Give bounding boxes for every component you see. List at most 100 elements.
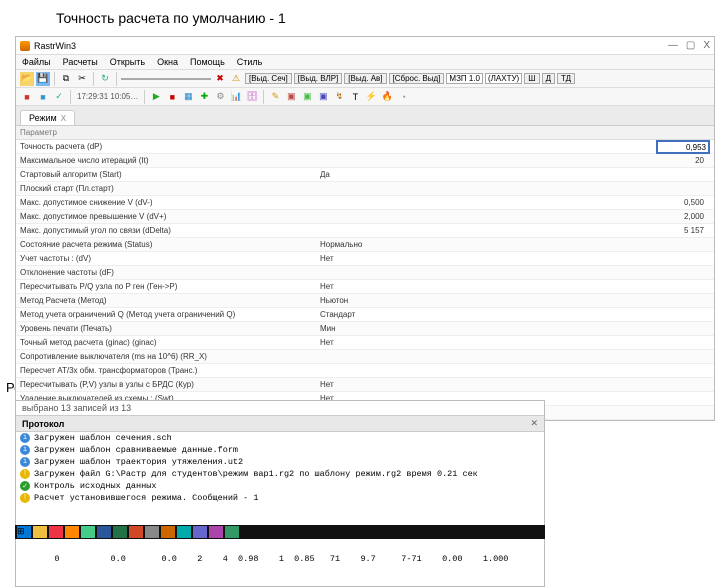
chart-icon[interactable]: 📊 [229, 90, 243, 104]
param-value[interactable]: 2,000 [316, 211, 714, 222]
btn-vyd-av[interactable]: [Выд. Ав] [344, 73, 386, 84]
task-misc4-icon[interactable] [225, 526, 239, 538]
protocol-close-icon[interactable]: ✕ [530, 418, 538, 429]
task-firefox-icon[interactable] [65, 526, 79, 538]
param-value[interactable]: 5 157 [316, 225, 714, 236]
bolt-icon[interactable]: ⚡ [364, 90, 378, 104]
table-row[interactable]: Сопротивление выключателя (ms на 10^6) (… [16, 350, 714, 364]
param-value[interactable]: Да [316, 169, 714, 180]
menu-files[interactable]: Файлы [22, 57, 51, 67]
task-word-icon[interactable] [97, 526, 111, 538]
maximize-button[interactable]: ▢ [686, 40, 695, 51]
task-misc1-icon[interactable] [177, 526, 191, 538]
fire-icon[interactable]: 🔥 [380, 90, 394, 104]
cut-icon[interactable]: ✂ [75, 72, 89, 86]
task-app-icon[interactable] [145, 526, 159, 538]
param-value[interactable] [316, 146, 714, 148]
param-value[interactable]: Нормально [316, 239, 714, 250]
task-ppt-icon[interactable] [129, 526, 143, 538]
start-icon[interactable]: ⊞ [17, 526, 31, 538]
param-value[interactable]: Стандарт [316, 309, 714, 320]
tool-warn-icon[interactable]: ⚠ [229, 72, 243, 86]
btn-sbros[interactable]: [Сброс. Выд] [389, 73, 445, 84]
refresh-icon[interactable]: ↻ [98, 72, 112, 86]
task-explorer-icon[interactable] [33, 526, 47, 538]
combo-lahty[interactable]: (ЛАХТУ) [485, 73, 522, 84]
task-rastr-icon[interactable] [161, 526, 175, 538]
table-row[interactable]: Метод учета ограничений Q (Метод учета о… [16, 308, 714, 322]
table-row[interactable]: Пересчет АТ/3х обм. трансформаторов (Тра… [16, 364, 714, 378]
menu-calc[interactable]: Расчеты [63, 57, 98, 67]
param-value[interactable] [316, 370, 714, 372]
box2-icon[interactable]: ▣ [300, 90, 314, 104]
table-row[interactable]: Метод Расчета (Метод)Ньютон [16, 294, 714, 308]
menu-open[interactable]: Открыть [110, 57, 145, 67]
box3-icon[interactable]: ▣ [316, 90, 330, 104]
close-button[interactable]: X [703, 40, 710, 51]
param-value[interactable]: Нет [316, 379, 714, 390]
node-icon[interactable]: ■ [20, 90, 34, 104]
menu-windows[interactable]: Окна [157, 57, 178, 67]
play-icon[interactable]: ▶ [149, 90, 163, 104]
combo-mzp[interactable]: МЗП 1.0 [446, 73, 483, 84]
open-icon[interactable]: 📂 [20, 72, 34, 86]
task-browser-icon[interactable] [49, 526, 63, 538]
param-value[interactable] [316, 272, 714, 274]
task-chrome-icon[interactable] [81, 526, 95, 538]
table-row[interactable]: Отклонение частоты (dF) [16, 266, 714, 280]
copy-icon[interactable]: ⧉ [59, 72, 73, 86]
box1-icon[interactable]: ▣ [284, 90, 298, 104]
tab-regime[interactable]: Режим X [20, 110, 75, 125]
plus-icon[interactable]: ✚ [197, 90, 211, 104]
table-row[interactable]: Точный метод расчета (ginac) (ginac)Нет [16, 336, 714, 350]
table-row[interactable]: Пересчитывать (P,V) узлы в узлы с БРДС (… [16, 378, 714, 392]
table-row[interactable]: Макс. допустимое превышение V (dV+)2,000 [16, 210, 714, 224]
edit-icon[interactable]: ✎ [268, 90, 282, 104]
table-row[interactable]: Пересчитывать P/Q узла по P ген (Ген->P)… [16, 280, 714, 294]
minimize-button[interactable]: — [668, 40, 678, 51]
stop-icon[interactable]: ■ [165, 90, 179, 104]
param-value[interactable] [316, 356, 714, 358]
param-value[interactable]: 0,500 [316, 197, 714, 208]
table-row[interactable]: Макс. допустимое снижение V (dV-)0,500 [16, 196, 714, 210]
task-excel-icon[interactable] [113, 526, 127, 538]
traj-icon[interactable]: ↯ [332, 90, 346, 104]
table-row[interactable]: Плоский старт (Пл.старт) [16, 182, 714, 196]
parameter-grid: Параметр Точность расчета (dP)0,953Макси… [16, 126, 714, 420]
menu-help[interactable]: Помощь [190, 57, 225, 67]
table-row[interactable]: Макс. допустимый угол по связи (dDelta)5… [16, 224, 714, 238]
table-row[interactable]: Учет частоты : (dV)Нет [16, 252, 714, 266]
param-value[interactable]: Ньютон [316, 295, 714, 306]
btn-vyd-vlr[interactable]: [Выд. ВЛР] [294, 73, 342, 84]
check-icon[interactable]: ✓ [52, 90, 66, 104]
t-icon[interactable]: T [348, 90, 362, 104]
db-icon[interactable]: 🗄 [245, 90, 259, 104]
task-misc3-icon[interactable] [209, 526, 223, 538]
pie-icon[interactable]: ◔ [396, 90, 410, 104]
param-value[interactable]: Нет [316, 281, 714, 292]
table-row[interactable]: Состояние расчета режима (Status)Нормаль… [16, 238, 714, 252]
param-value[interactable]: 20 [316, 155, 714, 166]
btn-sh[interactable]: Ш [524, 73, 539, 84]
param-value[interactable]: Мин [316, 323, 714, 334]
save-icon[interactable]: 💾 [36, 72, 50, 86]
btn-d[interactable]: Д [542, 73, 555, 84]
tool-x-icon[interactable]: ✖ [213, 72, 227, 86]
table-row[interactable]: Уровень печати (Печать)Мин [16, 322, 714, 336]
param-value[interactable] [316, 188, 714, 190]
tab-close-icon[interactable]: X [61, 114, 66, 123]
branch-icon[interactable]: ■ [36, 90, 50, 104]
task-misc2-icon[interactable] [193, 526, 207, 538]
table-row[interactable]: Стартовый алгоритм (Start)Да [16, 168, 714, 182]
combo-1[interactable] [121, 78, 211, 80]
menu-style[interactable]: Стиль [237, 57, 263, 67]
btn-td[interactable]: ТД [557, 73, 575, 84]
precision-input[interactable]: 0,953 [656, 140, 710, 154]
settings-icon[interactable]: ⚙ [213, 90, 227, 104]
table-row[interactable]: Точность расчета (dP)0,953 [16, 140, 714, 154]
table-row[interactable]: Максимальное число итераций (It)20 [16, 154, 714, 168]
btn-vyd-sech[interactable]: [Выд. Сеч] [245, 73, 292, 84]
graph-icon[interactable]: ▦ [181, 90, 195, 104]
param-value[interactable]: Нет [316, 337, 714, 348]
param-value[interactable]: Нет [316, 253, 714, 264]
